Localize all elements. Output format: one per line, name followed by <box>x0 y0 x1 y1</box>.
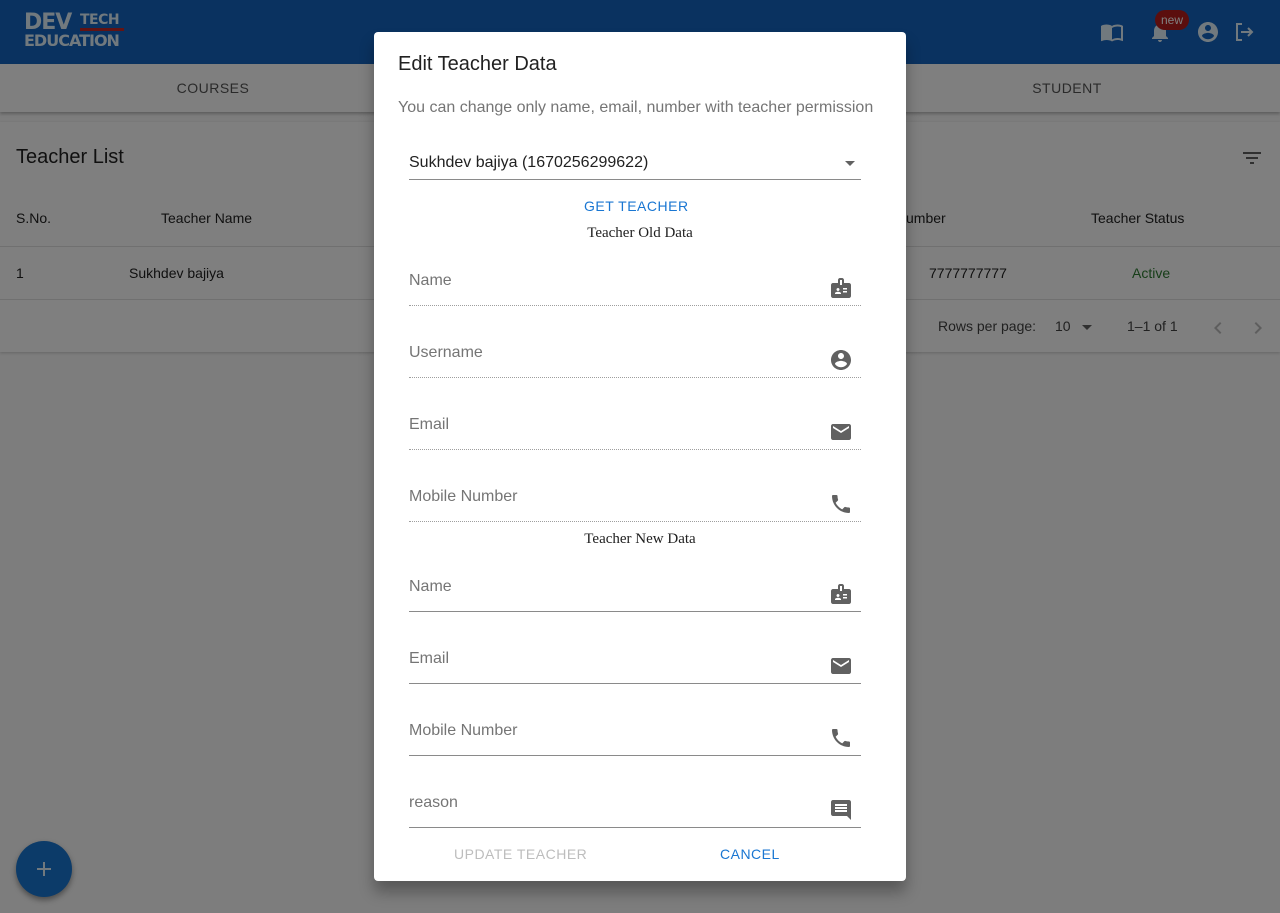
teacher-select[interactable]: Sukhdev bajiya (1670256299622) <box>409 147 861 180</box>
email-icon <box>831 424 851 440</box>
old-mobile-field[interactable]: Mobile Number <box>409 472 861 522</box>
get-teacher-button[interactable]: GET TEACHER <box>584 198 689 214</box>
badge-icon <box>831 584 851 604</box>
old-mobile-label: Mobile Number <box>409 488 518 505</box>
email-icon <box>831 658 851 674</box>
teacher-select-value: Sukhdev bajiya (1670256299622) <box>409 154 649 171</box>
old-email-field[interactable]: Email <box>409 400 861 450</box>
new-mobile-field[interactable]: Mobile Number <box>409 706 861 756</box>
edit-teacher-dialog: Edit Teacher Data You can change only na… <box>374 32 906 881</box>
old-name-field[interactable]: Name <box>409 256 861 306</box>
dialog-title: Edit Teacher Data <box>398 53 557 75</box>
new-name-label: Name <box>409 578 452 595</box>
new-name-field[interactable]: Name <box>409 562 861 612</box>
old-username-label: Username <box>409 344 483 361</box>
new-mobile-label: Mobile Number <box>409 722 518 739</box>
phone-icon <box>832 729 850 747</box>
old-data-heading: Teacher Old Data <box>587 225 693 241</box>
chevron-down-icon <box>845 161 855 166</box>
phone-icon <box>832 495 850 513</box>
old-email-label: Email <box>409 416 450 433</box>
account-circle-icon <box>831 350 851 370</box>
update-teacher-button[interactable]: UPDATE TEACHER <box>454 846 587 862</box>
new-email-label: Email <box>409 650 450 667</box>
new-data-heading: Teacher New Data <box>584 531 696 547</box>
new-email-field[interactable]: Email <box>409 634 861 684</box>
comment-icon <box>831 800 851 820</box>
cancel-button[interactable]: CANCEL <box>720 846 780 862</box>
reason-field[interactable]: reason <box>409 778 861 828</box>
reason-label: reason <box>409 794 458 811</box>
old-name-label: Name <box>409 272 452 289</box>
badge-icon <box>831 278 851 298</box>
old-username-field[interactable]: Username <box>409 328 861 378</box>
dialog-description: You can change only name, email, number … <box>398 99 874 116</box>
